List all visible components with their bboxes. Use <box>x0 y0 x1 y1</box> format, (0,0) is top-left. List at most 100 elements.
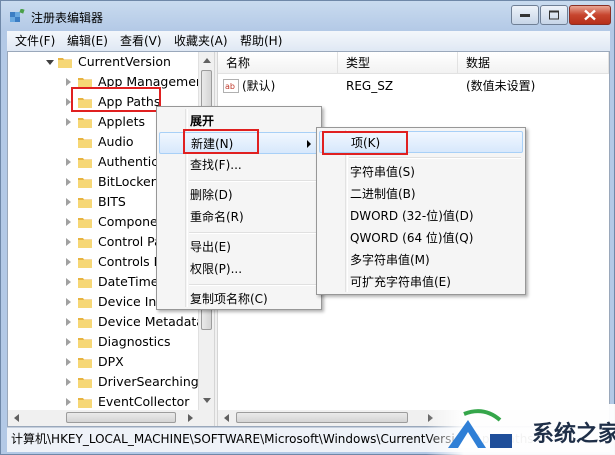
regedit-app-icon <box>10 9 25 22</box>
menu-view[interactable]: 查看(V) <box>120 33 162 49</box>
column-header-name[interactable]: 名称 <box>218 52 338 74</box>
submenu-item-expandable-string-value[interactable]: 可扩充字符串值(E) <box>319 271 523 293</box>
folder-icon <box>78 178 92 188</box>
highlight-box-key <box>322 131 408 155</box>
folder-icon <box>78 358 92 368</box>
highlight-box-new <box>183 129 259 154</box>
collapsed-arrow-icon[interactable] <box>66 298 71 306</box>
collapsed-arrow-icon[interactable] <box>66 278 71 286</box>
folder-icon <box>78 338 92 348</box>
maximize-button[interactable] <box>540 5 568 25</box>
menu-item-permissions[interactable]: 权限(P)... <box>159 258 319 280</box>
tree-label: DriverSearching <box>98 374 199 389</box>
tree-label: Control Pa <box>98 234 162 249</box>
submenu-arrow-icon <box>307 140 311 148</box>
folder-icon <box>78 378 92 388</box>
submenu-item-binary-value[interactable]: 二进制值(B) <box>319 183 523 205</box>
tree-label: Device Metadata <box>98 314 204 329</box>
tree-label: Diagnostics <box>98 334 171 349</box>
scroll-thumb[interactable] <box>236 412 408 423</box>
minimize-button[interactable] <box>511 5 539 25</box>
scroll-up-icon[interactable] <box>203 58 211 63</box>
scroll-right-icon[interactable] <box>188 414 193 422</box>
tree-item[interactable]: EventCollector <box>8 392 198 412</box>
folder-icon <box>78 218 92 228</box>
close-icon <box>584 9 596 21</box>
value-name[interactable]: (默认) <box>242 76 275 96</box>
menu-separator <box>189 180 317 182</box>
menu-file[interactable]: 文件(F) <box>15 33 55 49</box>
watermark-text: 系统之家 <box>532 422 615 447</box>
expanded-arrow-icon[interactable] <box>46 60 54 65</box>
collapsed-arrow-icon[interactable] <box>66 338 71 346</box>
folder-icon <box>78 398 92 408</box>
collapsed-arrow-icon[interactable] <box>66 78 71 86</box>
scroll-left-icon[interactable] <box>14 414 19 422</box>
menu-help[interactable]: 帮助(H) <box>240 33 282 49</box>
tree-label: Audio <box>98 134 134 149</box>
column-header-data[interactable]: 数据 <box>458 52 609 74</box>
highlight-box-app-paths <box>71 87 161 112</box>
collapsed-arrow-icon[interactable] <box>66 318 71 326</box>
menu-item-copy-key-name[interactable]: 复制项名称(C) <box>159 288 319 310</box>
window-title: 注册表编辑器 <box>31 11 104 25</box>
submenu-item-dword-value[interactable]: DWORD (32-位)值(D) <box>319 205 523 227</box>
menu-edit[interactable]: 编辑(E) <box>67 33 108 49</box>
folder-icon <box>78 238 92 248</box>
folder-icon <box>78 278 92 288</box>
menu-item-find[interactable]: 查找(F)... <box>159 154 319 176</box>
collapsed-arrow-icon[interactable] <box>66 398 71 406</box>
close-button[interactable] <box>569 5 611 25</box>
folder-icon <box>78 138 92 148</box>
tree-label: BITS <box>98 194 126 209</box>
column-label: 类型 <box>346 56 371 70</box>
tree-item-currentversion[interactable]: CurrentVersion <box>8 52 198 72</box>
tree-item[interactable]: DriverSearching <box>8 372 199 392</box>
collapsed-arrow-icon[interactable] <box>66 178 71 186</box>
submenu-item-string-value[interactable]: 字符串值(S) <box>319 161 523 183</box>
menu-bar: 文件(F) 编辑(E) 查看(V) 收藏夹(A) 帮助(H) <box>7 31 610 51</box>
collapsed-arrow-icon[interactable] <box>66 198 71 206</box>
submenu-item-multi-string-value[interactable]: 多字符串值(M) <box>319 249 523 271</box>
folder-icon <box>78 158 92 168</box>
tree-item[interactable]: DPX <box>8 352 198 372</box>
tree-label: Compone <box>98 214 158 229</box>
title-bar[interactable]: 注册表编辑器 <box>1 1 614 31</box>
tree-item[interactable]: Diagnostics <box>8 332 198 352</box>
tree-label: EventCollector <box>98 394 190 409</box>
menu-separator <box>189 232 317 234</box>
tree-label: Controls F <box>98 254 161 269</box>
menu-item-rename[interactable]: 重命名(R) <box>159 206 319 228</box>
tree-label: DPX <box>98 354 124 369</box>
collapsed-arrow-icon[interactable] <box>66 158 71 166</box>
tree-label: DateTime <box>98 274 159 289</box>
collapsed-arrow-icon[interactable] <box>66 358 71 366</box>
folder-icon <box>78 298 92 308</box>
scroll-left-icon[interactable] <box>224 414 229 422</box>
collapsed-arrow-icon[interactable] <box>66 378 71 386</box>
column-header-type[interactable]: 类型 <box>338 52 458 74</box>
column-label: 名称 <box>226 56 251 70</box>
submenu-item-qword-value[interactable]: QWORD (64 位)值(Q) <box>319 227 523 249</box>
tree-label: Device Ins <box>98 294 163 309</box>
string-value-icon: ab <box>223 79 239 93</box>
menu-separator <box>189 284 317 286</box>
collapsed-arrow-icon[interactable] <box>66 238 71 246</box>
menu-separator <box>349 157 521 159</box>
menu-favorites[interactable]: 收藏夹(A) <box>174 33 228 49</box>
folder-open-icon <box>58 58 72 68</box>
folder-icon <box>78 118 92 128</box>
scroll-thumb[interactable] <box>66 412 176 423</box>
menu-item-export[interactable]: 导出(E) <box>159 236 319 258</box>
minimize-icon <box>520 14 530 17</box>
scroll-down-icon[interactable] <box>203 398 211 403</box>
collapsed-arrow-icon[interactable] <box>66 118 71 126</box>
tree-label: BitLocker <box>98 174 156 189</box>
tree-horizontal-scrollbar[interactable] <box>8 410 214 426</box>
menu-item-delete[interactable]: 删除(D) <box>159 184 319 206</box>
collapsed-arrow-icon[interactable] <box>66 258 71 266</box>
maximize-icon <box>549 10 559 20</box>
collapsed-arrow-icon[interactable] <box>66 218 71 226</box>
tree-item[interactable]: Device Metadata <box>8 312 204 332</box>
folder-icon <box>78 198 92 208</box>
